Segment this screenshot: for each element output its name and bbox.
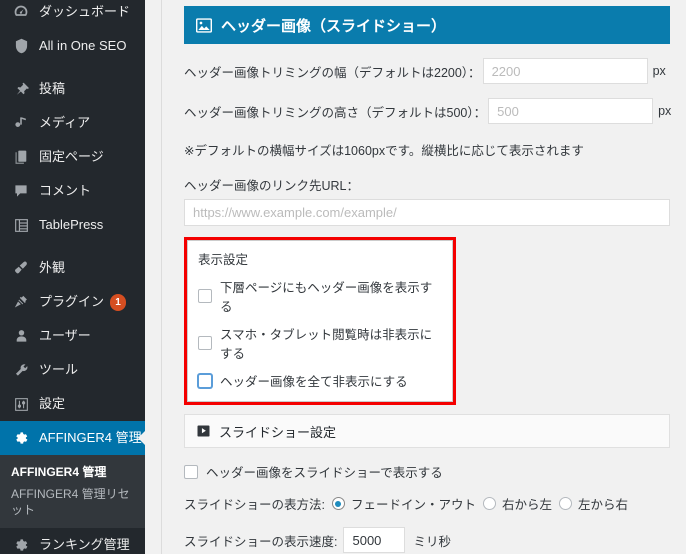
sidebar-separator — [0, 63, 145, 72]
slideshow-speed-row: スライドショーの表示速度: ミリ秒 — [184, 527, 670, 553]
sidebar-item-tools[interactable]: ツール — [0, 353, 145, 387]
checkbox-hide-on-mobile[interactable] — [198, 336, 212, 350]
video-icon — [197, 425, 210, 437]
checkbox-row-sub-pages[interactable]: 下層ページにもヘッダー画像を表示する — [198, 277, 442, 315]
checkbox-row-enable-slideshow[interactable]: ヘッダー画像をスライドショーで表示する — [184, 462, 670, 481]
checkbox-enable-slideshow[interactable] — [184, 464, 198, 479]
sidebar-item-label: 固定ページ — [39, 149, 104, 164]
shield-icon — [11, 36, 31, 56]
checkbox-label-hide-all: ヘッダー画像を全て非表示にする — [220, 375, 408, 389]
radio-fade-in-out[interactable] — [331, 497, 345, 510]
header-crop-height-row: ヘッダー画像トリミングの高さ（デフォルトは500）： px — [184, 98, 672, 124]
sidebar-item-label: プラグイン — [39, 294, 105, 309]
sidebar-item-tablepress[interactable]: TablePress — [0, 208, 145, 242]
sidebar-item-label: 外観 — [39, 260, 66, 275]
display-settings-title: 表示設定 — [198, 253, 249, 267]
page-title: ヘッダー画像（スライドショー） — [221, 17, 447, 35]
sidebar-item-label: 設定 — [39, 396, 66, 411]
default-width-note: ※デフォルトの横幅サイズは1060pxです。縦横比に応じて表示されます — [184, 144, 584, 158]
sidebar-submenu-affinger4: AFFINGER4 管理 AFFINGER4 管理リセット — [0, 455, 145, 528]
sidebar-item-affinger4-admin[interactable]: AFFINGER4 管理 — [0, 421, 145, 455]
sidebar-item-posts[interactable]: 投稿 — [0, 72, 145, 106]
sidebar-item-label: ランキング管理 — [39, 537, 130, 552]
slideshow-speed-unit: ミリ秒 — [413, 534, 451, 549]
image-icon — [196, 17, 212, 33]
header-crop-height-unit: px — [658, 104, 672, 118]
sidebar-item-label: TablePress — [39, 217, 104, 232]
header-link-url-label: ヘッダー画像のリンク先URL： — [184, 179, 360, 193]
checkbox-hide-all[interactable] — [198, 373, 212, 388]
user-icon — [11, 326, 31, 346]
plugin-icon — [11, 292, 31, 312]
media-icon — [11, 113, 31, 133]
slideshow-method-label: スライドショーの表方法: — [184, 498, 325, 512]
panel-header: ヘッダー画像（スライドショー） — [184, 6, 670, 44]
slideshow-speed-input[interactable] — [343, 527, 406, 553]
plugin-update-badge: 1 — [110, 293, 127, 311]
pin-icon — [11, 79, 31, 99]
sidebar-item-label: ツール — [39, 362, 79, 377]
header-crop-width-label: ヘッダー画像トリミングの幅（デフォルトは2200）： — [184, 65, 481, 80]
display-settings-highlight: 表示設定 下層ページにもヘッダー画像を表示する スマホ・タブレット閲覧時は非表示… — [184, 237, 456, 405]
display-settings-box: 表示設定 下層ページにもヘッダー画像を表示する スマホ・タブレット閲覧時は非表示… — [187, 240, 453, 402]
sidebar-item-comments[interactable]: コメント — [0, 174, 145, 208]
sidebar-item-media[interactable]: メディア — [0, 106, 145, 140]
wrench-icon — [11, 360, 31, 380]
sidebar-item-label: コメント — [39, 183, 92, 198]
radio-label-fade-in-out: フェードイン・アウト — [350, 498, 476, 512]
submenu-item-affinger4-admin-reset[interactable]: AFFINGER4 管理リセット — [11, 483, 145, 521]
table-icon — [11, 215, 31, 235]
sidebar-item-label: ダッシュボード — [39, 4, 131, 19]
sidebar-item-plugins[interactable]: プラグイン 1 — [0, 285, 145, 319]
comment-icon — [11, 181, 31, 201]
sidebar-separator — [0, 242, 145, 251]
checkbox-label-hide-on-mobile: スマホ・タブレット閲覧時は非表示にする — [220, 328, 433, 361]
gear-icon — [11, 535, 31, 554]
radio-left-to-right[interactable] — [559, 497, 573, 510]
radio-label-right-to-left: 右から左 — [502, 498, 553, 512]
header-crop-width-input[interactable] — [482, 58, 648, 84]
radio-right-to-left[interactable] — [483, 497, 496, 510]
submenu-item-affinger4-admin[interactable]: AFFINGER4 管理 — [11, 461, 145, 483]
sidebar-item-ranking-admin[interactable]: ランキング管理 — [0, 528, 145, 554]
sidebar-item-label: メディア — [39, 115, 91, 130]
slideshow-section-header: スライドショー設定 — [184, 414, 670, 448]
header-crop-height-input[interactable] — [488, 98, 654, 124]
checkbox-row-hide-all[interactable]: ヘッダー画像を全て非表示にする — [198, 371, 442, 390]
checkbox-label-sub-pages: 下層ページにもヘッダー画像を表示する — [220, 281, 433, 314]
brush-icon — [11, 258, 31, 278]
settings-sliders-icon — [11, 394, 31, 414]
sidebar-item-all-in-one-seo[interactable]: All in One SEO — [0, 29, 145, 63]
sidebar-content-gap — [145, 0, 161, 554]
header-crop-height-label: ヘッダー画像トリミングの高さ（デフォルトは500）： — [184, 105, 487, 120]
checkbox-sub-pages[interactable] — [198, 289, 212, 303]
checkbox-label-enable-slideshow: ヘッダー画像をスライドショーで表示する — [206, 466, 443, 480]
dashboard-icon — [11, 2, 31, 22]
slideshow-section-title: スライドショー設定 — [219, 424, 337, 440]
sidebar-item-label: ユーザー — [39, 328, 91, 343]
sidebar-item-appearance[interactable]: 外観 — [0, 251, 145, 285]
main-content: ヘッダー画像（スライドショー） ヘッダー画像トリミングの幅（デフォルトは2200… — [162, 0, 686, 554]
checkbox-row-hide-on-mobile[interactable]: スマホ・タブレット閲覧時は非表示にする — [198, 324, 442, 362]
header-link-url-input[interactable] — [184, 199, 670, 226]
sidebar-item-dashboard[interactable]: ダッシュボード — [0, 0, 145, 29]
sidebar-item-settings[interactable]: 設定 — [0, 387, 145, 421]
sidebar-item-label: All in One SEO — [39, 38, 127, 53]
gear-icon — [11, 428, 31, 448]
admin-sidebar: ダッシュボード All in One SEO 投稿 メディア 固定ページ コメン… — [0, 0, 145, 554]
header-crop-width-row: ヘッダー画像トリミングの幅（デフォルトは2200）： px — [184, 58, 670, 84]
radio-label-left-to-right: 左から右 — [578, 498, 629, 512]
pages-icon — [11, 147, 31, 167]
sidebar-item-label: 投稿 — [39, 81, 66, 96]
header-crop-width-unit: px — [652, 64, 666, 78]
sidebar-item-pages[interactable]: 固定ページ — [0, 140, 145, 174]
slideshow-speed-label: スライドショーの表示速度: — [184, 534, 338, 549]
wordpress-admin-screen: ダッシュボード All in One SEO 投稿 メディア 固定ページ コメン… — [0, 0, 686, 554]
sidebar-item-users[interactable]: ユーザー — [0, 319, 145, 353]
sidebar-item-label: AFFINGER4 管理 — [39, 430, 142, 445]
slideshow-method-row: スライドショーの表方法: フェードイン・アウト 右から左 左から右 — [184, 494, 670, 513]
